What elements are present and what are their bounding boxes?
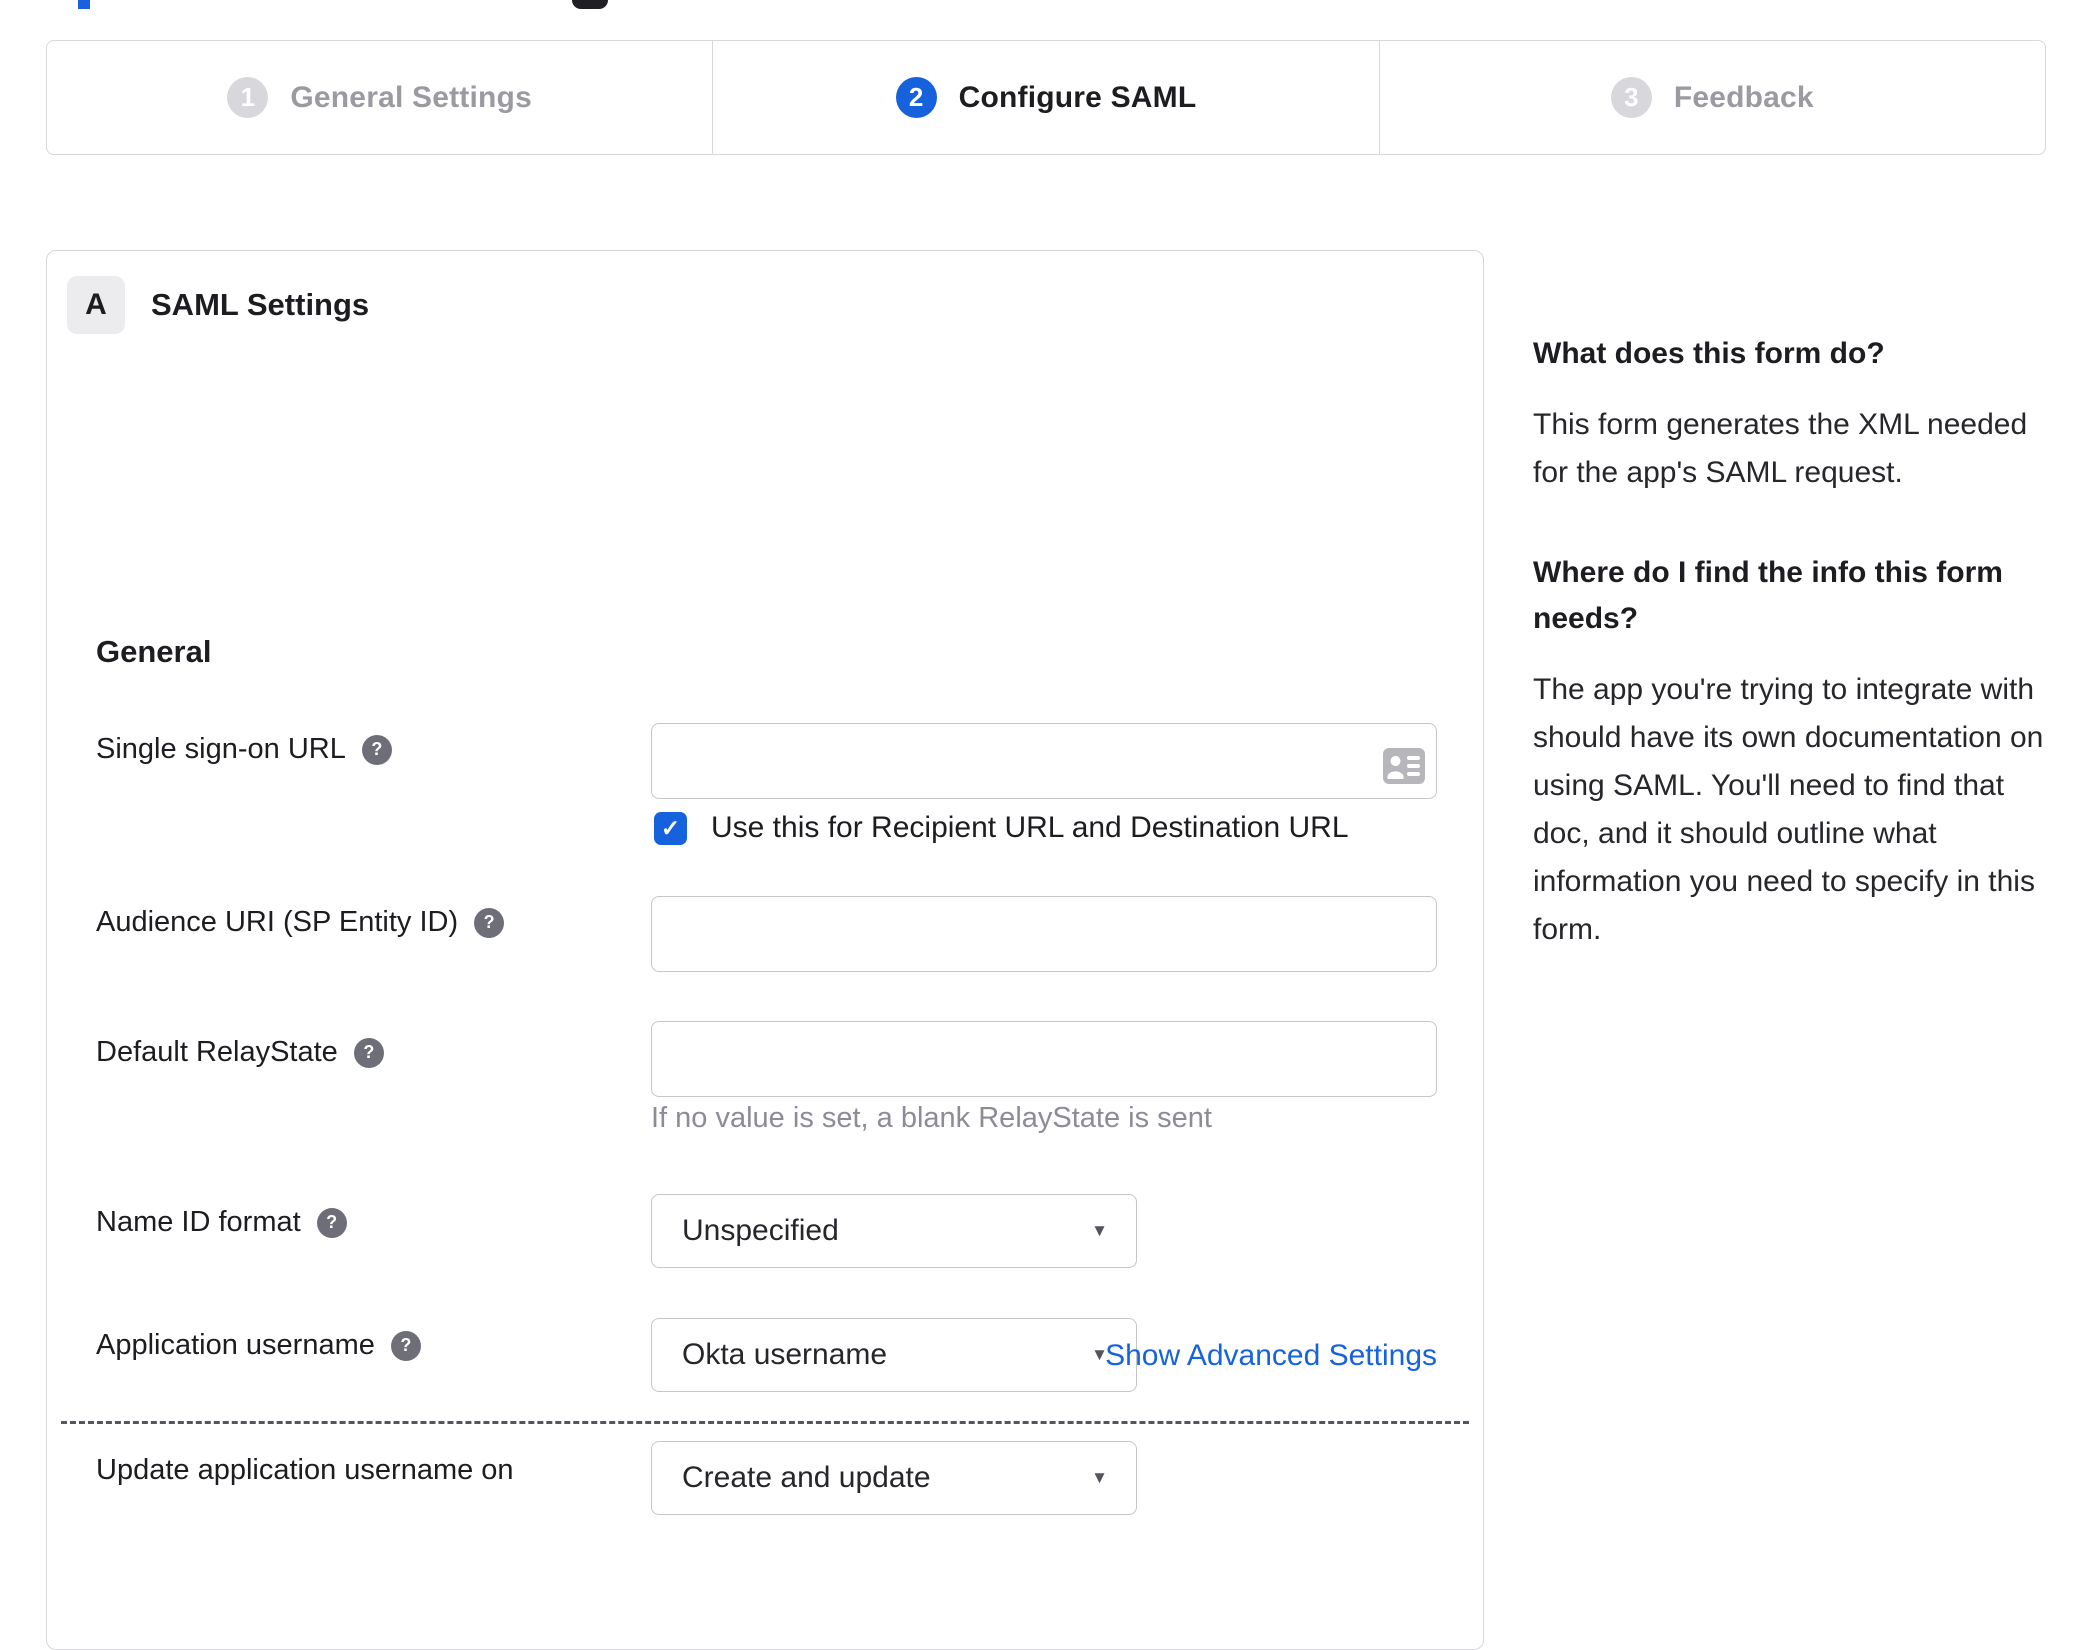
help-sidebar: What does this form do? This form genera…: [1533, 331, 2053, 1007]
audience-uri-help-icon[interactable]: ?: [474, 907, 505, 938]
update-username-label: Update application username on: [96, 1454, 514, 1486]
cutoff-icon-fragment: [572, 0, 608, 9]
contact-card-icon[interactable]: [1383, 748, 1425, 784]
update-username-label-row: Update application username on: [96, 1454, 514, 1487]
step-2-badge: 2: [895, 77, 937, 118]
help-heading-where: Where do I find the info this form needs…: [1533, 555, 2003, 636]
audience-uri-input[interactable]: [651, 896, 1437, 972]
panel-header: A SAML Settings: [67, 276, 369, 334]
step-3-badge: 3: [1610, 77, 1652, 118]
wizard-stepper: 1 General Settings 2 Configure SAML 3 Fe…: [46, 40, 2046, 155]
nameid-format-help-icon[interactable]: ?: [316, 1207, 347, 1238]
recipient-url-checkbox-label: Use this for Recipient URL and Destinati…: [711, 811, 1349, 844]
sso-url-input[interactable]: [651, 723, 1437, 799]
step-1-label: General Settings: [290, 80, 532, 114]
saml-settings-panel: A SAML Settings General Single sign-on U…: [46, 250, 1484, 1650]
nameid-format-value: Unspecified: [682, 1214, 839, 1247]
relaystate-input[interactable]: [651, 1021, 1437, 1097]
step-3-label: Feedback: [1673, 80, 1814, 114]
relaystate-help-icon[interactable]: ?: [353, 1037, 384, 1068]
audience-uri-label-row: Audience URI (SP Entity ID) ?: [96, 906, 505, 939]
update-username-value: Create and update: [682, 1461, 931, 1494]
step-configure-saml[interactable]: 2 Configure SAML: [712, 41, 1378, 154]
chevron-down-icon: ▼: [1091, 1221, 1108, 1240]
relaystate-label: Default RelayState: [96, 1036, 338, 1068]
recipient-url-checkbox[interactable]: ✓: [654, 811, 687, 845]
nameid-format-label: Name ID format: [96, 1206, 301, 1238]
recipient-url-checkbox-row: ✓ Use this for Recipient URL and Destina…: [654, 811, 1349, 845]
panel-title: SAML Settings: [151, 287, 370, 322]
general-section-heading: General: [96, 634, 212, 669]
sso-url-label: Single sign-on URL: [96, 733, 346, 765]
nameid-format-select[interactable]: Unspecified ▼: [651, 1194, 1137, 1268]
help-body-where: The app you're trying to integrate with …: [1533, 672, 2044, 946]
step-feedback[interactable]: 3 Feedback: [1378, 41, 2045, 154]
show-advanced-settings-link[interactable]: Show Advanced Settings: [1105, 1339, 1437, 1372]
advanced-settings-row: Show Advanced Settings: [651, 1339, 1437, 1373]
panel-dashed-divider: [61, 1421, 1469, 1424]
audience-uri-label: Audience URI (SP Entity ID): [96, 906, 459, 938]
app-username-label-row: Application username ?: [96, 1329, 421, 1362]
step-general-settings[interactable]: 1 General Settings: [47, 41, 712, 154]
cutoff-logo-fragment: [78, 0, 90, 9]
step-2-label: Configure SAML: [958, 80, 1197, 114]
nameid-format-label-row: Name ID format ?: [96, 1206, 347, 1239]
update-username-select[interactable]: Create and update ▼: [651, 1441, 1137, 1515]
app-username-label: Application username: [96, 1329, 375, 1361]
sso-url-label-row: Single sign-on URL ?: [96, 733, 392, 766]
section-a-badge: A: [67, 276, 125, 334]
help-heading-what: What does this form do?: [1533, 337, 1885, 370]
chevron-down-icon: ▼: [1091, 1468, 1108, 1487]
sso-url-help-icon[interactable]: ?: [361, 734, 392, 765]
app-username-help-icon[interactable]: ?: [390, 1330, 421, 1361]
relaystate-hint: If no value is set, a blank RelayState i…: [651, 1102, 1212, 1134]
step-1-badge: 1: [227, 77, 269, 118]
help-body-what: This form generates the XML needed for t…: [1533, 407, 2028, 489]
relaystate-label-row: Default RelayState ?: [96, 1036, 384, 1069]
